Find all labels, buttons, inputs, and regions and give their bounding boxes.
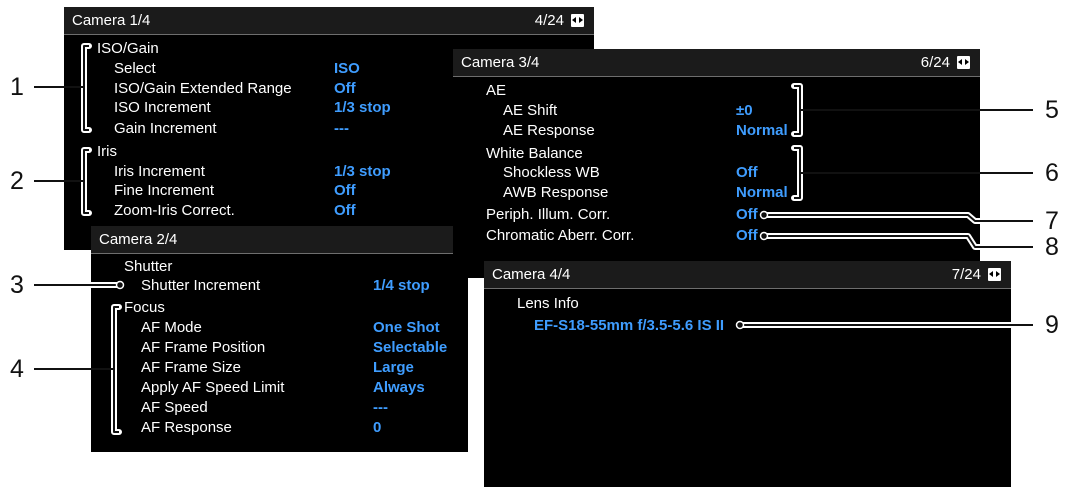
- menu-item-select[interactable]: Select: [114, 60, 156, 77]
- value-ae-shift: ±0: [736, 102, 753, 119]
- menu-item-shockless-wb[interactable]: Shockless WB: [503, 164, 600, 181]
- screen-title: Camera 3/4: [461, 54, 540, 71]
- callout-6: 6: [1045, 159, 1059, 187]
- value-periph-illum: Off: [736, 206, 758, 223]
- menu-item-ae-shift[interactable]: AE Shift: [503, 102, 557, 119]
- menu-item-af-speed[interactable]: AF Speed: [141, 399, 208, 416]
- menu-item-iso-extended[interactable]: ISO/Gain Extended Range: [114, 80, 292, 97]
- screen-camera-2: Camera 2/4 Shutter Shutter Increment 1/4…: [91, 226, 468, 452]
- menu-item-zoom-iris[interactable]: Zoom-Iris Correct.: [114, 202, 235, 219]
- value-af-frame-size: Large: [373, 359, 414, 376]
- group-focus: Focus: [124, 299, 165, 316]
- menu-item-fine-increment[interactable]: Fine Increment: [114, 182, 214, 199]
- callout-2: 2: [10, 167, 24, 195]
- value-shutter-increment: 1/4 stop: [373, 277, 430, 294]
- page-nav-icon[interactable]: [988, 268, 1001, 281]
- screen-title: Camera 4/4: [492, 266, 571, 283]
- value-gain-increment: ---: [334, 120, 349, 137]
- callout-9: 9: [1045, 311, 1059, 339]
- page-indicator: 6/24: [920, 54, 950, 71]
- menu-item-af-frame-size[interactable]: AF Frame Size: [141, 359, 241, 376]
- value-af-mode: One Shot: [373, 319, 440, 336]
- value-iso-increment: 1/3 stop: [334, 99, 391, 116]
- callout-5: 5: [1045, 96, 1059, 124]
- menu-item-gain-increment[interactable]: Gain Increment: [114, 120, 217, 137]
- menu-item-periph-illum[interactable]: Periph. Illum. Corr.: [486, 206, 610, 223]
- value-af-speed-limit: Always: [373, 379, 425, 396]
- group-iso-gain: ISO/Gain: [97, 40, 159, 57]
- screen-header: Camera 3/4 6/24: [453, 49, 980, 77]
- callout-8: 8: [1045, 233, 1059, 261]
- value-af-speed: ---: [373, 399, 388, 416]
- value-shockless-wb: Off: [736, 164, 758, 181]
- group-lens-info: Lens Info: [517, 295, 579, 312]
- value-af-response: 0: [373, 419, 382, 436]
- screen-camera-3: Camera 3/4 6/24 AE AE Shift ±0 AE Respon…: [453, 49, 980, 278]
- menu-item-af-frame-position[interactable]: AF Frame Position: [141, 339, 265, 356]
- page-indicator: 7/24: [951, 266, 981, 283]
- group-ae: AE: [486, 82, 507, 99]
- callout-7: 7: [1045, 207, 1059, 235]
- value-zoom-iris: Off: [334, 202, 356, 219]
- screen-header: Camera 1/4 4/24: [64, 7, 594, 35]
- callout-1: 1: [10, 73, 24, 101]
- menu-item-af-speed-limit[interactable]: Apply AF Speed Limit: [141, 379, 284, 396]
- callout-3: 3: [10, 271, 24, 299]
- menu-item-awb-response[interactable]: AWB Response: [503, 184, 608, 201]
- group-shutter: Shutter: [124, 258, 173, 275]
- menu-item-iris-increment[interactable]: Iris Increment: [114, 163, 205, 180]
- value-awb-response: Normal: [736, 184, 788, 201]
- value-iso-extended: Off: [334, 80, 356, 97]
- menu-item-ae-response[interactable]: AE Response: [503, 122, 595, 139]
- value-lens-name: EF-S18-55mm f/3.5-5.6 IS II: [534, 317, 725, 334]
- value-af-frame-position: Selectable: [373, 339, 448, 356]
- menu-item-iso-increment[interactable]: ISO Increment: [114, 99, 211, 116]
- callout-4: 4: [10, 355, 24, 383]
- screen-title: Camera 2/4: [99, 231, 178, 248]
- group-iris: Iris: [97, 143, 117, 160]
- value-ae-response: Normal: [736, 122, 788, 139]
- value-select: ISO: [334, 60, 360, 77]
- screen-camera-4: Camera 4/4 7/24 Lens Info EF-S18-55mm f/…: [484, 261, 1011, 487]
- page-nav-icon[interactable]: [957, 56, 970, 69]
- value-chromatic-aberr: Off: [736, 227, 758, 244]
- value-fine-increment: Off: [334, 182, 356, 199]
- group-white-balance: White Balance: [486, 145, 583, 162]
- value-iris-increment: 1/3 stop: [334, 163, 391, 180]
- menu-item-chromatic-aberr[interactable]: Chromatic Aberr. Corr.: [486, 227, 634, 244]
- page-indicator: 4/24: [534, 12, 564, 29]
- menu-item-af-response[interactable]: AF Response: [141, 419, 232, 436]
- screen-header: Camera 2/4: [91, 226, 468, 254]
- menu-item-shutter-increment[interactable]: Shutter Increment: [141, 277, 260, 294]
- screen-title: Camera 1/4: [72, 12, 151, 29]
- menu-item-af-mode[interactable]: AF Mode: [141, 319, 202, 336]
- page-nav-icon[interactable]: [571, 14, 584, 27]
- screen-header: Camera 4/4 7/24: [484, 261, 1011, 289]
